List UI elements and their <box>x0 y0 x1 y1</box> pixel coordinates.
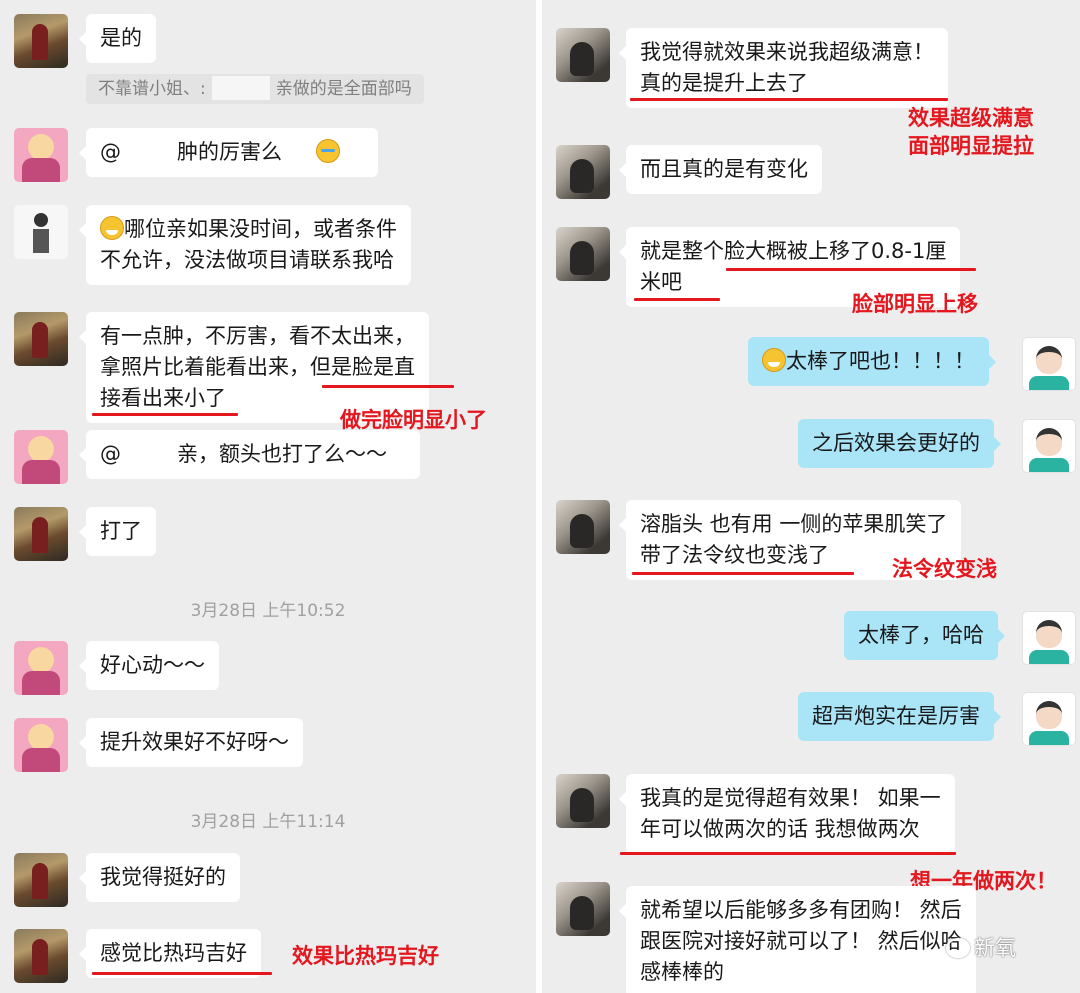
message-text-line: 就希望以后能够多多有团购！ 然后 <box>640 898 962 922</box>
quote-text: 亲做的是全面部吗 <box>275 79 412 99</box>
cat-avatar[interactable] <box>556 500 610 554</box>
grin-emoji-icon <box>100 216 124 240</box>
message-text: 好心动～～ <box>100 653 205 677</box>
mention-symbol: @ <box>100 442 121 466</box>
message-bubble[interactable]: @ 亲，额头也打了么～～ <box>79 430 420 479</box>
highlight-underline <box>322 385 454 388</box>
timestamp: 3月28日 上午10:52 <box>190 601 346 621</box>
doctor-avatar[interactable] <box>1022 419 1076 473</box>
message-text: 而且真的是有变化 <box>640 157 808 181</box>
left-chat-panel: 是的 不靠谱小姐、: 亲做的是全面部吗 @ 肿的厉害么 哪位亲如果没时间，或者条件 … <box>0 0 536 993</box>
message-text: 超声炮实在是厉害 <box>812 704 980 728</box>
grin-emoji-icon <box>762 348 786 372</box>
message-text-line: 拿照片比着能看出来，但是脸是直 <box>100 355 415 379</box>
photo-avatar[interactable] <box>14 14 68 68</box>
red-annotation: 脸部明显上移 <box>852 292 978 316</box>
message-text-line: 跟医院对接好就可以了！ 然后似哈 <box>640 929 962 953</box>
message-text-line: 真的是提升上去了 <box>640 71 808 95</box>
red-annotation: 效果超级满意 <box>908 106 1034 130</box>
highlight-underline <box>632 572 854 575</box>
cat-avatar[interactable] <box>556 227 610 281</box>
cat-avatar[interactable] <box>556 882 610 936</box>
message-text: 肿的厉害么 <box>177 140 282 164</box>
highlight-underline <box>630 98 948 101</box>
message-text-line: 我真的是觉得超有效果！ 如果一 <box>640 786 941 810</box>
message-bubble[interactable]: 感觉比热玛吉好 <box>79 929 261 978</box>
message-bubble[interactable]: @ 肿的厉害么 <box>79 128 378 177</box>
message-bubble[interactable]: 而且真的是有变化 <box>619 145 822 194</box>
doctor-avatar[interactable] <box>1022 611 1076 665</box>
pink-anime-avatar[interactable] <box>14 641 68 695</box>
photo-avatar[interactable] <box>14 929 68 983</box>
message-bubble[interactable]: 就希望以后能够多多有团购！ 然后 跟医院对接好就可以了！ 然后似哈 感棒棒的 <box>619 886 976 993</box>
highlight-underline <box>92 413 238 416</box>
message-bubble[interactable]: 提升效果好不好呀～ <box>79 718 303 767</box>
highlight-underline <box>92 972 272 975</box>
message-text-line: 就是整个脸大概被上移了0.8-1厘 <box>640 239 947 263</box>
cartoon-avatar[interactable] <box>14 205 68 259</box>
red-annotation: 效果比热玛吉好 <box>292 944 439 968</box>
message-bubble[interactable]: 我真的是觉得超有效果！ 如果一 年可以做两次的话 我想做两次 <box>619 774 955 854</box>
highlight-underline <box>634 298 720 301</box>
message-bubble-outgoing[interactable]: 太棒了，哈哈 <box>844 611 1005 660</box>
message-bubble[interactable]: 我觉得就效果来说我超级满意！ 真的是提升上去了 <box>619 28 948 108</box>
cat-avatar[interactable] <box>556 145 610 199</box>
right-chat-panel: 我觉得就效果来说我超级满意！ 真的是提升上去了 效果超级满意 面部明显提拉 而且… <box>542 0 1080 993</box>
doctor-avatar[interactable] <box>1022 337 1076 391</box>
doctor-avatar[interactable] <box>1022 692 1076 746</box>
message-text: 提升效果好不好呀～ <box>100 730 289 754</box>
brand-watermark: 新氧 <box>946 932 1016 962</box>
red-annotation: 面部明显提拉 <box>908 134 1034 158</box>
message-text-line: 有一点肿，不厉害，看不太出来， <box>100 324 415 348</box>
masked-name <box>211 76 270 100</box>
pink-anime-avatar[interactable] <box>14 718 68 772</box>
message-bubble[interactable]: 我觉得挺好的 <box>79 853 240 902</box>
message-text: 亲，额头也打了么～～ <box>177 442 387 466</box>
message-text: 是的 <box>100 26 142 50</box>
crying-emoji-icon <box>316 139 340 163</box>
message-text: 打了 <box>100 519 142 543</box>
cat-avatar[interactable] <box>556 28 610 82</box>
quote-sender: 不靠谱小姐、: <box>98 79 206 99</box>
photo-avatar[interactable] <box>14 312 68 366</box>
highlight-underline <box>726 268 976 271</box>
message-text: 太棒了，哈哈 <box>858 623 984 647</box>
message-text: 我觉得挺好的 <box>100 865 226 889</box>
pink-anime-avatar[interactable] <box>14 128 68 182</box>
message-bubble[interactable]: 好心动～～ <box>79 641 219 690</box>
quoted-message[interactable]: 不靠谱小姐、: 亲做的是全面部吗 <box>86 74 424 104</box>
message-text-line: 溶脂头 也有用 一侧的苹果肌笑了 <box>640 512 948 536</box>
pink-anime-avatar[interactable] <box>14 430 68 484</box>
message-text-line: 我觉得就效果来说我超级满意！ <box>640 40 934 64</box>
message-bubble-outgoing[interactable]: 超声炮实在是厉害 <box>798 692 1001 741</box>
message-text-line: 年可以做两次的话 我想做两次 <box>640 817 920 841</box>
message-bubble-outgoing[interactable]: 之后效果会更好的 <box>798 419 1001 468</box>
red-annotation: 法令纹变浅 <box>892 557 997 581</box>
cat-avatar[interactable] <box>556 774 610 828</box>
mention-symbol: @ <box>100 140 121 164</box>
message-bubble[interactable]: 哪位亲如果没时间，或者条件 不允许，没法做项目请联系我哈 <box>79 205 411 285</box>
watermark-text: 新氧 <box>974 936 1016 960</box>
message-bubble[interactable]: 打了 <box>79 507 156 556</box>
wechat-logo-icon <box>946 938 970 958</box>
message-text-line: 哪位亲如果没时间，或者条件 <box>124 217 397 241</box>
message-bubble-outgoing[interactable]: 太棒了吧也！！！！ <box>748 337 996 386</box>
message-bubble[interactable]: 是的 <box>79 14 156 63</box>
message-text-line: 感棒棒的 <box>640 960 724 984</box>
highlight-underline <box>620 852 956 855</box>
message-text-line: 不允许，没法做项目请联系我哈 <box>100 248 394 272</box>
photo-avatar[interactable] <box>14 853 68 907</box>
timestamp: 3月28日 上午11:14 <box>190 812 346 832</box>
message-text: 之后效果会更好的 <box>812 431 980 455</box>
message-text: 太棒了吧也！！！！ <box>786 349 975 373</box>
photo-avatar[interactable] <box>14 507 68 561</box>
message-text: 感觉比热玛吉好 <box>100 941 247 965</box>
